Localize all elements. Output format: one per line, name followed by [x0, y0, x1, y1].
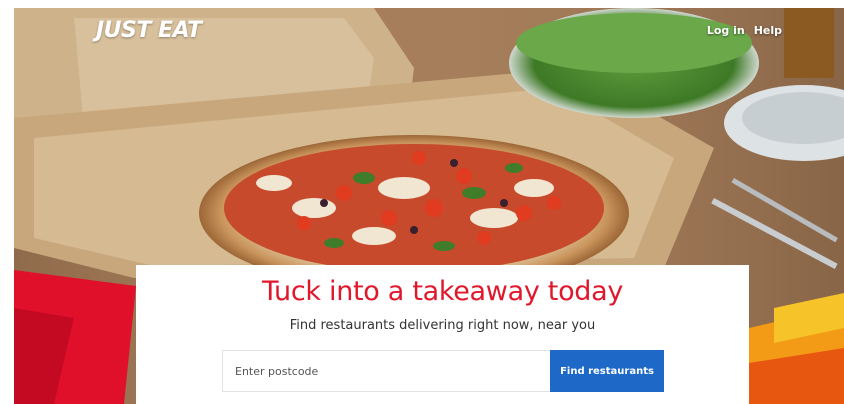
help-link[interactable]: Help [754, 24, 782, 37]
postcode-search-card: Tuck into a takeaway today Find restaura… [136, 265, 749, 404]
page: JUST EAT Log in Help Tuck into a takeawa… [0, 0, 844, 404]
login-link[interactable]: Log in [707, 24, 745, 37]
header-nav: Log in Help [707, 24, 782, 37]
just-eat-logo[interactable]: JUST EAT [96, 18, 202, 43]
postcode-input[interactable] [222, 350, 550, 392]
postcode-search-form: Find restaurants [222, 350, 664, 392]
hero-subline: Find restaurants delivering right now, n… [289, 318, 596, 333]
hero-headline: Tuck into a takeaway today [261, 276, 624, 307]
site-header: JUST EAT Log in Help [14, 8, 844, 52]
find-restaurants-button[interactable]: Find restaurants [550, 350, 664, 392]
